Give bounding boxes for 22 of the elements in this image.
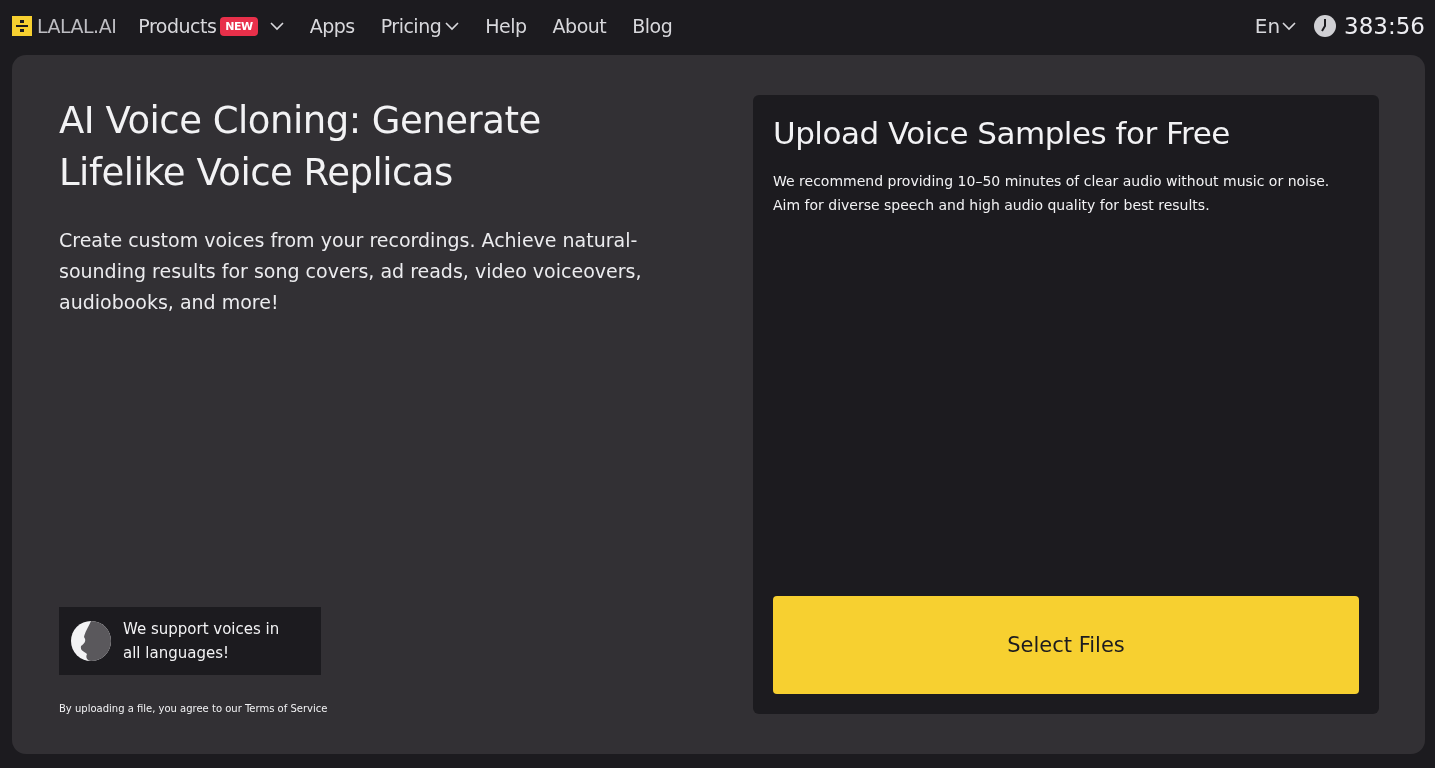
select-files-button[interactable]: Select Files: [773, 596, 1359, 694]
nav-link[interactable]: Products NEW: [138, 15, 284, 37]
globe-icon: [71, 621, 111, 661]
page-description: Create custom voices from your recordings. Achieve natural-sounding results for song covers, ad reads, video voiceovers, audiobooks, and more!: [59, 228, 643, 315]
nav-link[interactable]: About: [552, 15, 607, 37]
languages-text: We support voices in all languages!: [123, 619, 281, 664]
upload-title: Upload Voice Samples for Free: [773, 115, 1231, 151]
clock-icon: [1314, 15, 1337, 37]
new-badge: NEW: [220, 16, 258, 36]
page-title: AI Voice Cloning: Generate Lifelike Voice Replicas: [59, 98, 542, 196]
language-selector[interactable]: En: [1254, 14, 1297, 38]
nav-link[interactable]: Blog: [632, 15, 673, 37]
time-remaining: 383:56: [1344, 13, 1425, 39]
terms-notice: By uploading a file, you agree to our Terms of Service: [59, 703, 329, 714]
upload-hint: We recommend providing 10–50 minutes of clear audio without music or noise. Aim for diverse speech and high audio quality for best results.: [773, 172, 1331, 215]
nav-link[interactable]: Help: [485, 15, 527, 37]
terms-link[interactable]: Terms of Service: [244, 703, 328, 714]
logo-icon: [12, 16, 32, 36]
chevron-down-icon: [1282, 21, 1297, 31]
nav-link[interactable]: Pricing: [380, 15, 460, 37]
logo-text: LALAL.AI: [37, 15, 117, 37]
nav-link[interactable]: Apps: [309, 15, 355, 37]
